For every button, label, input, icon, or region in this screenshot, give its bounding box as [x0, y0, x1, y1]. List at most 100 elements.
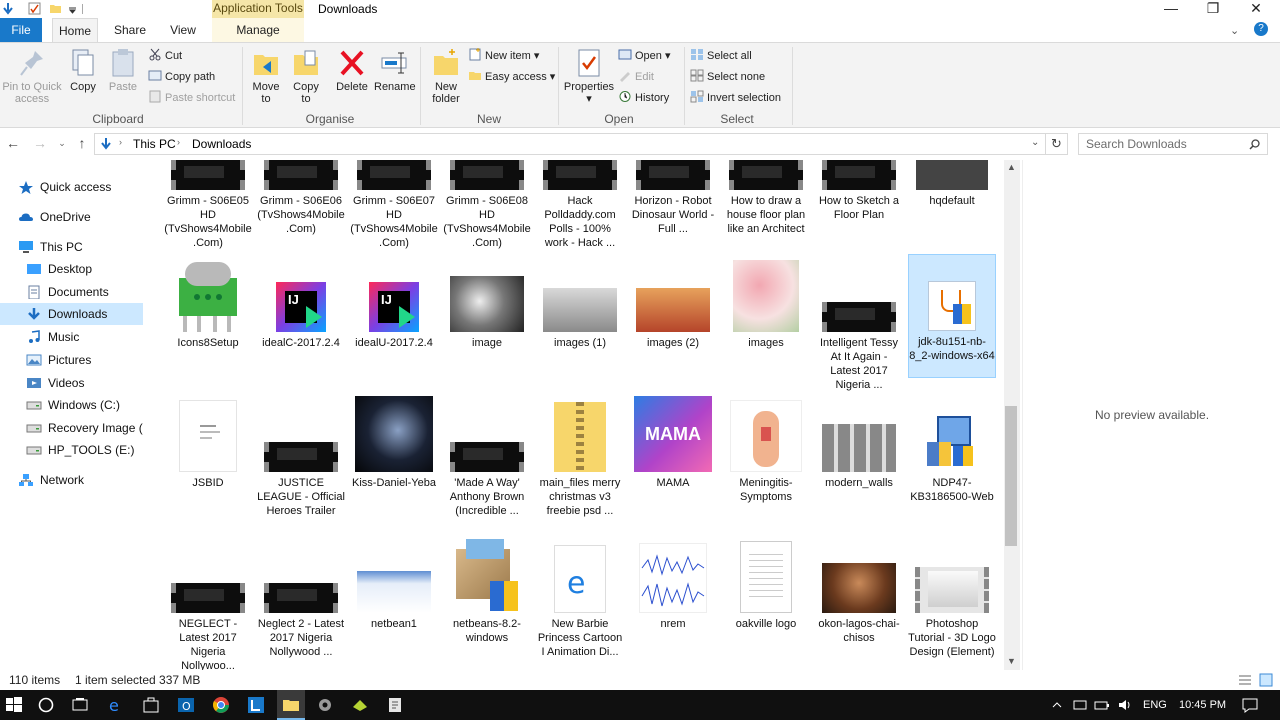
nav-item-hp-tools-e[interactable]: HP_TOOLS (E:) [0, 439, 143, 461]
settings-app-icon[interactable] [315, 695, 335, 715]
new-folder-qat-icon[interactable] [49, 2, 62, 15]
notifications-icon[interactable] [1240, 695, 1260, 715]
properties-button[interactable]: Properties ▾ [562, 47, 616, 105]
nav-item-quick-access[interactable]: Quick access [0, 176, 143, 198]
properties-check-icon[interactable] [28, 2, 41, 15]
collapse-ribbon-icon[interactable]: ⌄ [1230, 24, 1239, 37]
back-arrow-icon[interactable] [2, 2, 15, 15]
delete-button[interactable]: Delete [332, 47, 372, 93]
tab-home[interactable]: Home [52, 18, 98, 42]
paste-shortcut-button[interactable]: Paste shortcut [148, 89, 235, 107]
file-item[interactable]: images (1) [536, 256, 624, 350]
history-button[interactable]: History [618, 89, 669, 107]
file-item[interactable]: oakville logo [722, 537, 810, 631]
media-app-icon[interactable] [246, 695, 266, 715]
new-folder-button[interactable]: New folder [426, 47, 466, 105]
file-item[interactable]: nrem [629, 537, 717, 631]
file-item[interactable]: Hack Polldaddy.com Polls - 100% work - H… [536, 160, 624, 250]
file-item[interactable]: e New Barbie Princess Cartoon I Animation… [536, 537, 624, 659]
clock[interactable]: 10:45 PM [1179, 690, 1226, 720]
copy-path-button[interactable]: Copy path [148, 68, 215, 86]
file-item[interactable]: JSBID [164, 396, 252, 490]
restore-button[interactable]: ❐ [1190, 0, 1236, 18]
move-to-button[interactable]: Move to [248, 47, 284, 105]
scroll-down-icon[interactable]: ▼ [1007, 656, 1016, 666]
file-view[interactable]: Grimm - S06E05 HD (TvShows4Mobile.Com) Gr… [150, 160, 1004, 670]
file-item[interactable]: Photoshop Tutorial - 3D Logo Design (Ele… [908, 537, 996, 659]
file-item[interactable]: hqdefault [908, 160, 996, 208]
volume-icon[interactable] [1117, 695, 1133, 715]
file-item[interactable]: Grimm - S06E07 HD (TvShows4Mobile.Com) [350, 160, 438, 250]
taskbar-explorer-active[interactable] [277, 690, 305, 720]
file-item[interactable]: images [722, 256, 810, 350]
easy-access-button[interactable]: Easy access ▾ [468, 68, 555, 86]
tab-file[interactable]: File [0, 18, 42, 42]
file-item[interactable]: IJ idealU-2017.2.4 [350, 256, 438, 350]
open-button[interactable]: Open ▾ [618, 47, 671, 65]
store-icon[interactable] [141, 695, 161, 715]
file-item[interactable]: Kiss-Daniel-Yeba [350, 396, 438, 490]
edge-icon[interactable]: e [106, 695, 126, 715]
file-item[interactable]: NEGLECT - Latest 2017 Nigeria Nollywoo..… [164, 537, 252, 670]
file-item[interactable]: JUSTICE LEAGUE - Official Heroes Trailer [257, 396, 345, 518]
file-item[interactable]: NDP47-KB3186500-Web [908, 396, 996, 504]
nav-item-onedrive[interactable]: OneDrive [0, 206, 143, 228]
file-item[interactable]: 'Made A Way' Anthony Brown (Incredible .… [443, 396, 531, 518]
up-button[interactable]: ↑ [74, 135, 90, 151]
nav-item-recovery-image-d[interactable]: Recovery Image (D: [0, 417, 143, 439]
pinned-app-icon[interactable] [385, 695, 405, 715]
nav-item-pictures[interactable]: Pictures [0, 349, 143, 371]
nav-item-this-pc[interactable]: This PC [0, 236, 143, 258]
edit-button[interactable]: Edit [618, 68, 654, 86]
battery-icon[interactable] [1094, 695, 1110, 715]
nav-item-documents[interactable]: Documents [0, 281, 143, 303]
language-indicator[interactable]: ENG [1143, 690, 1167, 720]
copy-to-button[interactable]: Copy to [288, 47, 324, 105]
file-item[interactable]: How to Sketch a Floor Plan [815, 160, 903, 222]
tab-view[interactable]: View [160, 18, 206, 42]
invert-selection-button[interactable]: Invert selection [690, 89, 781, 107]
large-icons-view-icon[interactable] [1259, 673, 1273, 687]
tray-chevron-icon[interactable] [1050, 695, 1064, 715]
file-item[interactable]: How to draw a house floor plan like an A… [722, 160, 810, 236]
file-item[interactable]: Icons8Setup [164, 256, 252, 350]
file-item[interactable]: MAMA MAMA [629, 396, 717, 490]
nav-item-downloads[interactable]: Downloads [0, 303, 143, 325]
file-item[interactable]: Grimm - S06E06 (TvShows4Mobile.Com) [257, 160, 345, 236]
help-icon[interactable]: ? [1254, 22, 1268, 36]
select-none-button[interactable]: Select none [690, 68, 765, 86]
minimize-button[interactable]: — [1148, 0, 1194, 18]
nav-item-network[interactable]: Network [0, 469, 143, 491]
nav-item-windows-c[interactable]: Windows (C:) [0, 394, 143, 416]
nav-item-videos[interactable]: Videos [0, 372, 143, 394]
recent-locations-button[interactable]: ⌄ [54, 135, 70, 151]
new-item-button[interactable]: New item ▾ [468, 47, 539, 65]
chevron-down-icon[interactable] [66, 2, 79, 15]
chrome-icon[interactable] [211, 695, 231, 715]
cut-button[interactable]: Cut [148, 47, 182, 65]
task-view-icon[interactable] [70, 695, 90, 715]
outlook-icon[interactable]: O [176, 695, 196, 715]
file-item[interactable]: okon-lagos-chai-chisos [815, 537, 903, 645]
address-dropdown-icon[interactable]: ⌄ [1031, 137, 1039, 148]
file-item[interactable]: jdk-8u151-nb-8_2-windows-x64 [908, 254, 996, 378]
nav-item-music[interactable]: Music [0, 326, 143, 348]
back-button[interactable]: ← [5, 135, 21, 151]
search-input[interactable]: Search Downloads [1078, 133, 1268, 155]
tab-manage[interactable]: Manage [212, 18, 304, 42]
breadcrumb-downloads[interactable]: Downloads [192, 137, 251, 151]
tab-share[interactable]: Share [106, 18, 154, 42]
file-item[interactable]: Meningitis-Symptoms [722, 396, 810, 504]
file-item[interactable]: IJ idealC-2017.2.4 [257, 256, 345, 350]
details-view-icon[interactable] [1238, 674, 1252, 686]
file-item[interactable]: netbeans-8.2-windows [443, 537, 531, 645]
close-button[interactable]: ✕ [1233, 0, 1279, 18]
file-item[interactable]: Horizon - Robot Dinosaur World - Full ..… [629, 160, 717, 236]
select-all-button[interactable]: Select all [690, 47, 752, 65]
scrollbar-thumb[interactable] [1005, 406, 1017, 546]
search-icon[interactable] [1249, 139, 1260, 150]
file-item[interactable]: images (2) [629, 256, 717, 350]
copy-button[interactable]: Copy [66, 47, 100, 93]
refresh-button[interactable]: ↻ [1046, 133, 1068, 155]
pin-to-quick-access-button[interactable]: Pin to Quick access [0, 47, 64, 105]
